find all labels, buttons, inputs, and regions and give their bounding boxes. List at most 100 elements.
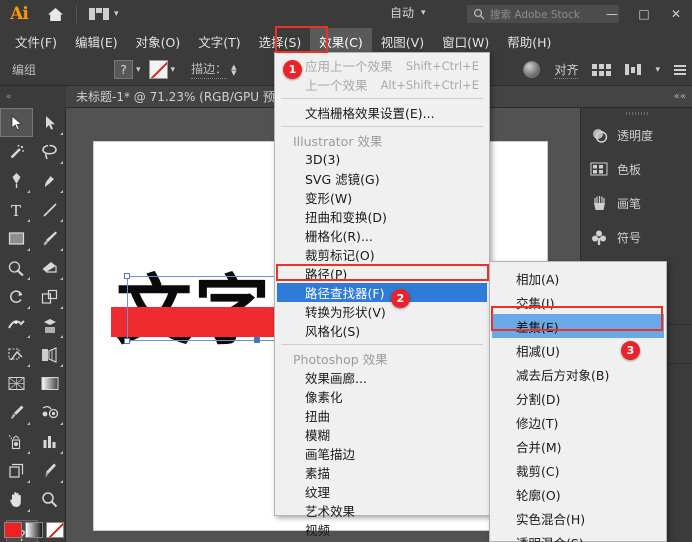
collapse-right-icon[interactable]: «« [674, 91, 686, 102]
line-segment-tool[interactable] [33, 195, 66, 224]
effects-menu-item-20[interactable]: 扭曲 [275, 406, 489, 425]
close-button[interactable]: ✕ [660, 0, 692, 28]
effects-menu-item-25[interactable]: 艺术效果 [275, 501, 489, 520]
panel-item-symbols[interactable]: 符号 [581, 220, 692, 254]
effects-menu-item-9[interactable]: 扭曲和变换(D) [275, 207, 489, 226]
effects-menu-item-15[interactable]: 风格化(S) [275, 321, 489, 340]
difference-submenu-item[interactable]: 差集(E) [492, 314, 664, 338]
panel-item-transparency[interactable]: 透明度 [581, 118, 692, 152]
pathfinder-submenu-item-11[interactable]: 透明混合(S)... [490, 530, 666, 542]
effects-menu-item-23[interactable]: 素描 [275, 463, 489, 482]
pathfinder-submenu-item-8[interactable]: 裁剪(C) [490, 458, 666, 482]
pathfinder-submenu-item-7[interactable]: 合并(M) [490, 434, 666, 458]
type-tool[interactable]: T [0, 195, 33, 224]
pathfinder-submenu-item-5[interactable]: 分割(D) [490, 386, 666, 410]
effects-menu-item-1[interactable]: 上一个效果Alt+Shift+Ctrl+E [275, 75, 489, 94]
effects-menu-item-8[interactable]: 变形(W) [275, 188, 489, 207]
effects-menu-item-6[interactable]: 3D(3) [275, 150, 489, 169]
stroke-color-swatch[interactable] [149, 60, 168, 79]
effects-menu-item-7[interactable]: SVG 滤镜(G) [275, 169, 489, 188]
effects-menu-item-21[interactable]: 模糊 [275, 425, 489, 444]
gradient-tool[interactable] [33, 369, 66, 398]
lasso-tool[interactable] [33, 137, 66, 166]
zoom-tool[interactable] [33, 485, 66, 514]
width-tool[interactable] [0, 311, 33, 340]
menu-item-5[interactable]: 效果(C) [310, 28, 371, 55]
artboard-tool[interactable] [0, 456, 33, 485]
free-transform-tool[interactable] [33, 311, 66, 340]
menu-item-6[interactable]: 视图(V) [372, 28, 433, 55]
selection-anchor[interactable] [254, 337, 260, 343]
color-swatch[interactable] [4, 522, 22, 538]
chevron-down-icon[interactable]: ▾ [136, 65, 141, 75]
align-grid-icon[interactable] [592, 64, 611, 76]
auto-mode-selector[interactable]: 自动 ▾ [390, 4, 426, 21]
pathfinder-submenu-item-10[interactable]: 实色混合(H) [490, 506, 666, 530]
eraser-tool[interactable] [33, 253, 66, 282]
hand-tool[interactable] [0, 485, 33, 514]
panel-collapse-left[interactable]: « [0, 86, 66, 108]
menu-item-4[interactable]: 选择(S) [250, 28, 311, 55]
home-icon[interactable] [42, 1, 68, 27]
effects-menu-item-24[interactable]: 纹理 [275, 482, 489, 501]
menu-item-7[interactable]: 窗口(W) [433, 28, 498, 55]
distribute-icon[interactable] [625, 64, 641, 75]
stepper-icon[interactable]: ▲▼ [231, 64, 236, 76]
pathfinder-submenu-item-9[interactable]: 轮廓(O) [490, 482, 666, 506]
menu-item-3[interactable]: 文字(T) [189, 28, 249, 55]
effects-menu-item-19[interactable]: 像素化 [275, 387, 489, 406]
panel-item-swatches[interactable]: 色板 [581, 152, 692, 186]
none-swatch[interactable] [46, 522, 64, 538]
arrange-documents-button[interactable]: ▾ [89, 8, 119, 20]
magic-wand-tool[interactable] [0, 137, 33, 166]
curvature-tool[interactable] [33, 166, 66, 195]
minimize-button[interactable]: — [596, 0, 628, 28]
menu-item-8[interactable]: 帮助(H) [498, 28, 560, 55]
pen-tool[interactable] [0, 166, 33, 195]
chevron-down-icon[interactable]: ▾ [171, 65, 176, 75]
document-tab-title[interactable]: 未标题-1* @ 71.23% (RGB/GPU 预 [76, 88, 275, 105]
align-label[interactable]: 对齐 [554, 61, 578, 79]
selection-handle[interactable] [124, 273, 130, 279]
symbol-sprayer-tool[interactable] [0, 427, 33, 456]
effects-menu-item-3[interactable]: 文档栅格效果设置(E)... [275, 103, 489, 122]
effects-menu-item-12[interactable]: 路径(P) [275, 264, 489, 283]
gradient-swatch[interactable] [25, 522, 43, 538]
rotate-tool[interactable] [0, 282, 33, 311]
panel-item-brushes[interactable]: 画笔 [581, 186, 692, 220]
eyedropper-tool[interactable] [0, 398, 33, 427]
direct-selection-tool[interactable] [33, 108, 66, 137]
pathfinder-submenu-item-1[interactable]: 交集(I) [490, 290, 666, 314]
mesh-tool[interactable] [0, 369, 33, 398]
shaper-tool[interactable] [0, 253, 33, 282]
chevron-down-icon[interactable]: ▾ [655, 65, 660, 75]
scale-tool[interactable] [33, 282, 66, 311]
pathfinder-submenu-item-4[interactable]: 减去后方对象(B) [490, 362, 666, 386]
shape-builder-tool[interactable] [0, 340, 33, 369]
effects-menu-dropdown[interactable]: 应用上一个效果Shift+Ctrl+E上一个效果Alt+Shift+Ctrl+E… [274, 52, 490, 516]
effects-menu-item-26[interactable]: 视频 [275, 520, 489, 539]
effects-menu-item-18[interactable]: 效果画廊... [275, 368, 489, 387]
rectangle-tool[interactable] [0, 224, 33, 253]
menu-item-0[interactable]: 文件(F) [6, 28, 66, 55]
options-list-icon[interactable] [674, 65, 686, 75]
effects-menu-item-22[interactable]: 画笔描边 [275, 444, 489, 463]
effects-menu-item-0[interactable]: 应用上一个效果Shift+Ctrl+E [275, 56, 489, 75]
perspective-grid-tool[interactable] [33, 340, 66, 369]
pathfinder-menu-item[interactable]: 路径查找器(F) [277, 283, 487, 302]
fill-color-swatch[interactable]: ? [114, 60, 133, 79]
effects-menu-item-10[interactable]: 栅格化(R)... [275, 226, 489, 245]
column-graph-tool[interactable] [33, 427, 66, 456]
menu-item-1[interactable]: 编辑(E) [66, 28, 127, 55]
opacity-icon[interactable] [523, 61, 540, 78]
menu-item-2[interactable]: 对象(O) [127, 28, 190, 55]
pathfinder-submenu-item-6[interactable]: 修边(T) [490, 410, 666, 434]
blend-tool[interactable] [33, 398, 66, 427]
effects-menu-item-11[interactable]: 裁剪标记(O) [275, 245, 489, 264]
selection-tool[interactable] [0, 108, 33, 137]
slice-tool[interactable] [33, 456, 66, 485]
pathfinder-submenu-item-0[interactable]: 相加(A) [490, 266, 666, 290]
paintbrush-tool[interactable] [33, 224, 66, 253]
pathfinder-submenu[interactable]: 相加(A)交集(I)差集(E)相减(U)减去后方对象(B)分割(D)修边(T)合… [489, 261, 667, 542]
effects-menu-item-14[interactable]: 转换为形状(V) [275, 302, 489, 321]
